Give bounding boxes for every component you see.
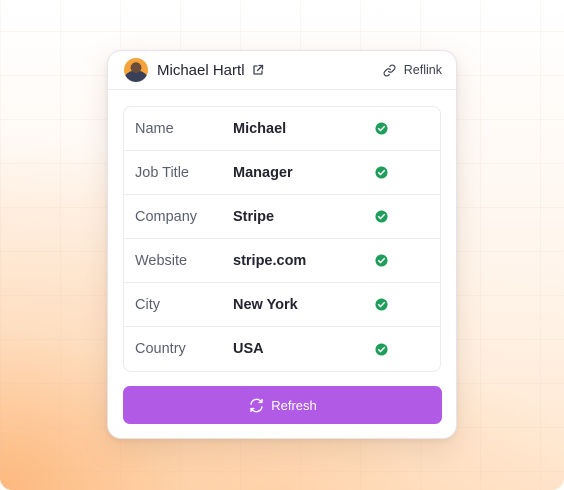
- table-row: Country USA: [124, 327, 440, 371]
- external-link-icon[interactable]: [252, 64, 264, 76]
- check-circle-icon: [375, 254, 388, 267]
- link-icon: [383, 64, 396, 77]
- table-row: Website stripe.com: [124, 239, 440, 283]
- profile-card: Michael Hartl Reflink Name Michael Job T…: [107, 50, 457, 439]
- field-value: Manager: [233, 164, 293, 181]
- refresh-icon: [248, 397, 265, 414]
- check-circle-icon: [375, 298, 388, 311]
- check-circle-icon: [375, 166, 388, 179]
- refresh-label: Refresh: [271, 397, 317, 413]
- field-value: Michael: [233, 120, 287, 137]
- field-label: Company: [135, 208, 198, 225]
- field-label: Job Title: [135, 164, 189, 181]
- check-circle-icon: [375, 342, 388, 356]
- field-value: Stripe: [233, 208, 275, 225]
- field-label: Website: [135, 252, 188, 269]
- table-row: Job Title Manager: [124, 151, 440, 195]
- field-label: Country: [135, 341, 186, 357]
- check-circle-icon: [375, 210, 388, 223]
- card-header: Michael Hartl Reflink: [108, 51, 456, 90]
- reflink-button[interactable]: Reflink: [383, 63, 442, 77]
- profile-name[interactable]: Michael Hartl: [157, 62, 245, 79]
- table-row: Company Stripe: [124, 195, 440, 239]
- table-row: Name Michael: [124, 107, 440, 151]
- table-row: City New York: [124, 283, 440, 327]
- field-value: New York: [233, 296, 298, 313]
- check-circle-icon: [375, 122, 388, 135]
- avatar[interactable]: [124, 58, 148, 82]
- reflink-label: Reflink: [403, 63, 442, 77]
- field-value: USA: [233, 341, 264, 357]
- profile-fields-table: Name Michael Job Title Manager Company S…: [123, 106, 441, 372]
- refresh-button[interactable]: Refresh: [123, 386, 442, 424]
- field-label: Name: [135, 120, 174, 137]
- field-label: City: [135, 296, 160, 313]
- field-value: stripe.com: [233, 252, 307, 269]
